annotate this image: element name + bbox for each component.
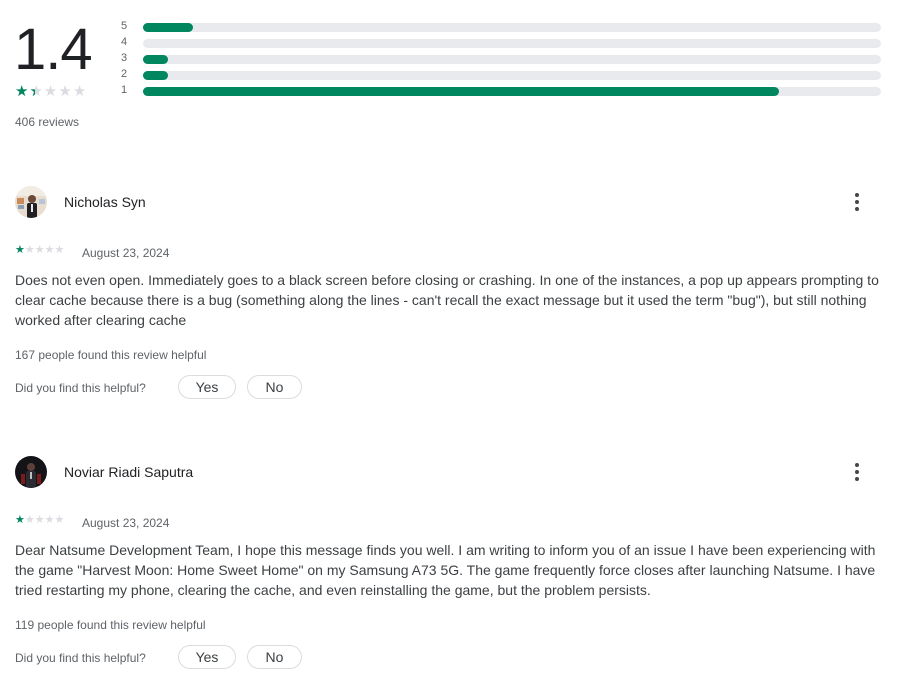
helpful-yes-button[interactable]: Yes [178,375,236,399]
review-stars: ★★★★★★★★★★ [15,515,64,526]
review-text: Dear Natsume Development Team, I hope th… [15,542,876,598]
star-icon: ★★ [44,244,55,256]
star-icon: ★★ [54,514,65,526]
review-author: Noviar Riadi Saputra [64,464,194,480]
star-icon: ★★ [54,244,65,256]
helpful-no-button[interactable]: No [247,645,302,669]
helpful-question: Did you find this helpful? [15,651,146,665]
helpful-yes-button[interactable]: Yes [178,645,236,669]
review-text: Does not even open. Immediately goes to … [15,272,879,328]
star-icon: ★★ [24,514,35,526]
star-icon: ★★ [15,244,25,256]
user-photo-icon [15,456,47,488]
review-date: August 23, 2024 [82,516,170,530]
avatar [15,456,47,488]
star-icon: ★★ [34,514,45,526]
helpful-no-button[interactable]: No [247,375,302,399]
helpful-count: 167 people found this review helpful [15,348,207,362]
star-icon: ★★ [44,514,55,526]
star-icon: ★★ [15,514,25,526]
star-icon: ★★ [24,244,35,256]
star-icon: ★★ [34,244,45,256]
helpful-count: 119 people found this review helpful [15,618,206,632]
review-date: August 23, 2024 [82,246,170,260]
helpful-question: Did you find this helpful? [15,381,146,395]
review-stars: ★★★★★★★★★★ [15,245,64,256]
more-options-icon[interactable] [845,460,869,484]
review-card: Noviar Riadi Saputra ★★★★★★★★★★ August 2… [0,0,900,669]
